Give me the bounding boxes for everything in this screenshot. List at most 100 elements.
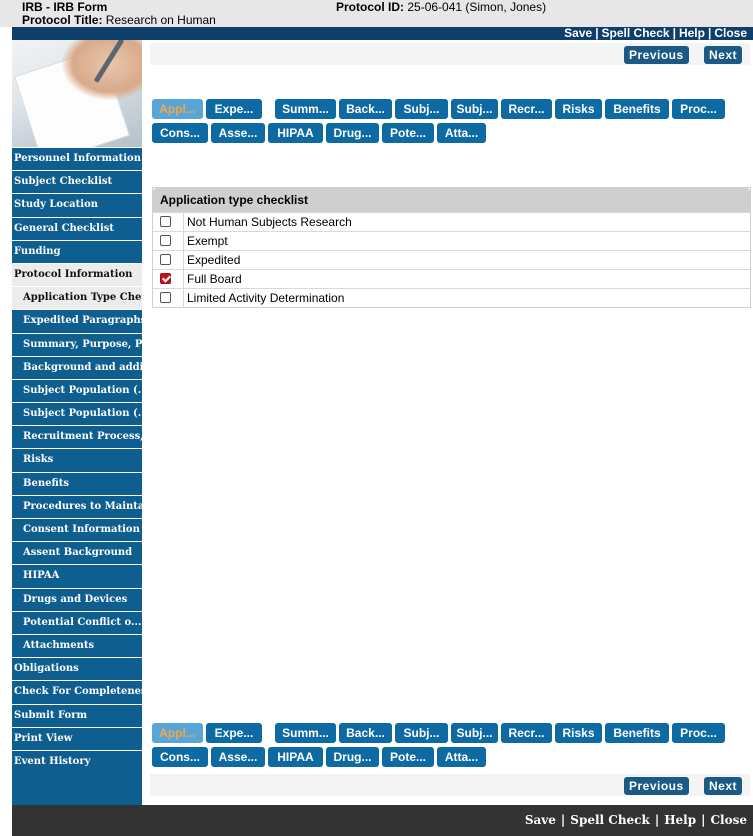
bottom-save-link[interactable]: Save	[525, 813, 556, 827]
section-tab[interactable]: Asse...	[211, 747, 265, 767]
separator: |	[560, 813, 566, 827]
next-button[interactable]: Next	[704, 46, 743, 64]
protocol-title-label: Protocol Title:	[22, 13, 103, 27]
section-tab[interactable]: Recr...	[501, 723, 552, 743]
separator: |	[595, 26, 599, 40]
sidebar-item[interactable]: Funding	[12, 239, 142, 263]
section-tab[interactable]: Subj...	[451, 99, 498, 119]
sidebar-item[interactable]: Summary, Purpose, Pr...	[12, 332, 142, 356]
checklist-checkbox[interactable]	[160, 292, 171, 303]
section-tab[interactable]: Appl...	[152, 99, 203, 119]
next-button[interactable]: Next	[704, 777, 743, 795]
sidebar-item[interactable]: Recruitment Process,...	[12, 425, 142, 448]
bottom-actions: Save | Spell Check | Help | Close	[525, 813, 747, 827]
section-tab[interactable]: Benefits	[605, 99, 669, 119]
checklist-checkbox[interactable]	[160, 254, 171, 265]
sidebar-item[interactable]: Assent Background	[12, 541, 142, 564]
sidebar-item[interactable]: Benefits	[12, 471, 142, 495]
sidebar: Personnel Information Subject Checklist St…	[12, 40, 142, 805]
sidebar-item[interactable]: Attachments	[12, 633, 142, 657]
section-tab[interactable]: Subj...	[451, 723, 498, 743]
section-tab[interactable]: Benefits	[605, 723, 669, 743]
section-tab[interactable]: Recr...	[501, 99, 552, 119]
sidebar-item[interactable]: Submit Form	[12, 703, 142, 727]
sidebar-item[interactable]: General Checklist	[12, 216, 142, 240]
row-divider	[183, 251, 184, 269]
checklist-row: Limited Activity Determination	[153, 288, 750, 307]
section-tab[interactable]: Expe...	[206, 723, 262, 743]
page-header: IRB - IRB Form Protocol Title: Research …	[0, 0, 753, 27]
sidebar-item[interactable]: Application Type Che...	[12, 286, 142, 310]
sidebar-item[interactable]: Event History	[12, 749, 142, 773]
section-tab[interactable]: Proc...	[672, 723, 725, 743]
sidebar-photo	[12, 40, 142, 147]
section-tab[interactable]: Risks	[555, 99, 602, 119]
row-divider	[183, 232, 184, 250]
checklist-checkbox[interactable]	[160, 235, 171, 246]
section-tab[interactable]: Cons...	[152, 123, 208, 143]
checklist-label: Limited Activity Determination	[187, 291, 345, 305]
protocol-id: Protocol ID: 25-06-041 (Simon, Jones)	[336, 0, 546, 14]
sidebar-item[interactable]: Check For Completeness	[12, 680, 142, 703]
sidebar-item[interactable]: Print View	[12, 726, 142, 750]
section-tab[interactable]: Atta...	[437, 747, 486, 767]
top-help-link[interactable]: Help	[679, 26, 705, 40]
top-action-bar: Save | Spell Check | Help | Close	[12, 26, 753, 40]
section-tab[interactable]: HIPAA	[268, 123, 323, 143]
application-type-checklist: Application type checklist Not Human Sub…	[152, 187, 751, 308]
section-tab[interactable]: Back...	[339, 723, 392, 743]
checklist-checkbox[interactable]	[160, 273, 171, 284]
sidebar-item[interactable]: Obligations	[12, 657, 142, 680]
main-content: Previous Next Appl... Expe... Summ... Back.…	[142, 40, 753, 805]
sidebar-item[interactable]: Study Location	[12, 193, 142, 216]
section-tab[interactable]: Atta...	[437, 123, 486, 143]
separator: |	[672, 26, 676, 40]
checklist-checkbox[interactable]	[160, 216, 171, 227]
row-divider	[183, 270, 184, 288]
sidebar-item[interactable]: Personnel Information	[12, 147, 142, 170]
separator: |	[654, 813, 660, 827]
bottom-close-link[interactable]: Close	[710, 813, 747, 827]
section-tab[interactable]: Asse...	[211, 123, 265, 143]
sidebar-item[interactable]: Consent Information	[12, 518, 142, 541]
section-tab[interactable]: Appl...	[152, 723, 203, 743]
section-tab[interactable]: Summ...	[275, 723, 336, 743]
sidebar-item[interactable]: Procedures to Mainta...	[12, 494, 142, 518]
section-tab[interactable]: Drug...	[326, 123, 379, 143]
section-tab[interactable]: Risks	[555, 723, 602, 743]
form-title: IRB - IRB Form	[22, 0, 108, 14]
sidebar-item[interactable]: Potential Conflict o...	[12, 610, 142, 634]
sidebar-item[interactable]: HIPAA	[12, 564, 142, 587]
section-tab[interactable]: Proc...	[672, 99, 725, 119]
section-tab[interactable]: Summ...	[275, 99, 336, 119]
section-tab[interactable]: Expe...	[206, 99, 262, 119]
bottom-nav-bar: Previous Next	[150, 774, 750, 796]
checklist-row: Full Board	[153, 269, 750, 288]
sidebar-item[interactable]: Risks	[12, 448, 142, 471]
section-tab[interactable]: Subj...	[395, 723, 448, 743]
section-tab[interactable]: Subj...	[395, 99, 448, 119]
sidebar-item[interactable]: Subject Population (...	[12, 378, 142, 402]
checklist-label: Exempt	[187, 234, 228, 248]
protocol-title-value: Research on Human	[105, 13, 216, 27]
previous-button[interactable]: Previous	[624, 777, 689, 795]
sidebar-item[interactable]: Background and addit...	[12, 355, 142, 379]
sidebar-item[interactable]: Subject Population (...	[12, 402, 142, 425]
section-tab[interactable]: Cons...	[152, 747, 208, 767]
sidebar-item[interactable]: Drugs and Devices	[12, 587, 142, 611]
sidebar-item[interactable]: Protocol Information	[12, 262, 142, 287]
top-close-link[interactable]: Close	[714, 26, 747, 40]
top-save-link[interactable]: Save	[564, 26, 592, 40]
section-tab[interactable]: Drug...	[326, 747, 379, 767]
section-tab[interactable]: Back...	[339, 99, 392, 119]
previous-button[interactable]: Previous	[624, 46, 689, 64]
bottom-help-link[interactable]: Help	[664, 813, 696, 827]
top-spell-check-link[interactable]: Spell Check	[602, 26, 670, 40]
row-divider	[183, 213, 184, 231]
sidebar-item[interactable]: Expedited Paragraphs	[12, 309, 142, 332]
bottom-spell-check-link[interactable]: Spell Check	[570, 813, 650, 827]
sidebar-item[interactable]: Subject Checklist	[12, 170, 142, 193]
section-tab[interactable]: Pote...	[382, 747, 434, 767]
section-tab[interactable]: Pote...	[382, 123, 434, 143]
section-tab[interactable]: HIPAA	[268, 747, 323, 767]
